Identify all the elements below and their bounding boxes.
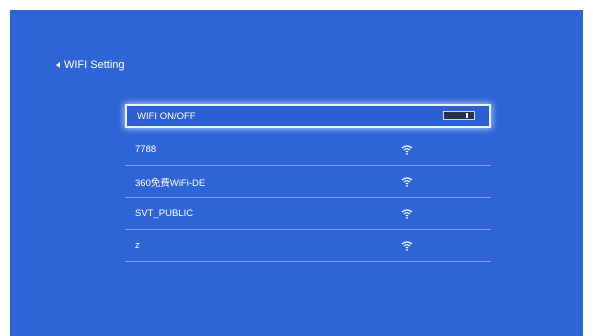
network-ssid: z bbox=[135, 240, 140, 251]
page-title: WIFI Setting bbox=[64, 59, 125, 71]
wifi-icon bbox=[401, 145, 413, 155]
network-item-7788[interactable]: 7788 bbox=[125, 134, 491, 166]
wifi-toggle-switch[interactable] bbox=[443, 111, 475, 120]
network-ssid: 360免费WiFi-DE bbox=[135, 177, 206, 189]
network-item-svt-public[interactable]: SVT_PUBLIC bbox=[125, 198, 491, 230]
wifi-toggle-label: WIFI ON/OFF bbox=[137, 110, 196, 122]
network-item-360[interactable]: 360免费WiFi-DE bbox=[125, 166, 491, 198]
wifi-list: WIFI ON/OFF 7788 360免费WiFi-DE SVT_PUBLIC… bbox=[125, 104, 491, 262]
wifi-icon bbox=[401, 209, 413, 219]
network-ssid: SVT_PUBLIC bbox=[135, 208, 194, 219]
settings-screen: WIFI Setting WIFI ON/OFF 7788 360免费WiFi-… bbox=[10, 10, 583, 336]
toggle-knob bbox=[466, 113, 468, 118]
chevron-left-icon bbox=[56, 62, 60, 68]
network-ssid: 7788 bbox=[135, 144, 157, 155]
wifi-icon bbox=[401, 177, 413, 187]
wifi-toggle-row[interactable]: WIFI ON/OFF bbox=[125, 104, 491, 128]
back-button[interactable]: WIFI Setting bbox=[56, 59, 125, 71]
wifi-icon bbox=[401, 241, 413, 251]
network-item-z[interactable]: z bbox=[125, 230, 491, 262]
